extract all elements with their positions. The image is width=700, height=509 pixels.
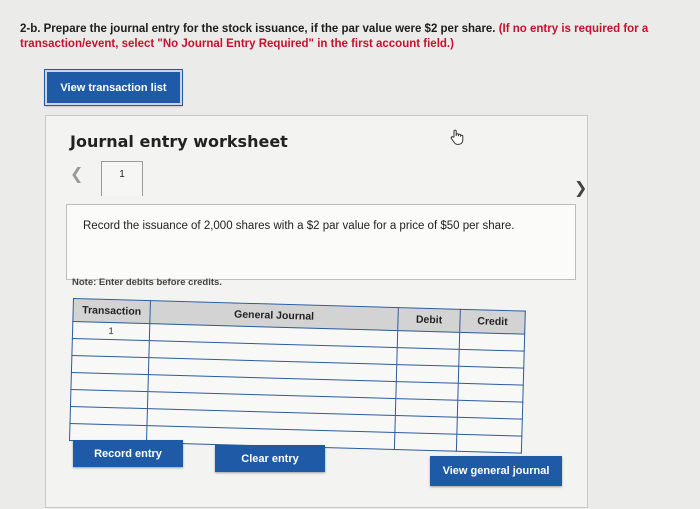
transaction-cell: [71, 338, 150, 358]
clear-entry-button[interactable]: Clear entry: [215, 445, 325, 472]
instruction-box: Record the issuance of 2,000 shares with…: [66, 204, 576, 280]
view-general-journal-button[interactable]: View general journal: [430, 456, 562, 486]
transaction-cell: [70, 389, 148, 409]
credit-field[interactable]: [456, 417, 523, 437]
note-text: Note: Enter debits before credits.: [72, 277, 222, 288]
transaction-cell: [69, 406, 148, 426]
debit-field[interactable]: [395, 398, 458, 418]
question-prefix: 2-b. Prepare the journal entry for the s…: [20, 23, 496, 35]
debit-field[interactable]: [394, 432, 457, 452]
transaction-cell: [70, 372, 149, 392]
debit-field[interactable]: [396, 347, 460, 367]
page-tab[interactable]: 1: [101, 161, 143, 196]
view-transaction-list-button[interactable]: View transaction list: [44, 69, 183, 106]
chevron-right-icon[interactable]: ❯: [574, 178, 587, 197]
credit-field[interactable]: [457, 383, 524, 403]
credit-field[interactable]: [459, 332, 525, 352]
debit-field[interactable]: [394, 415, 458, 435]
header-debit: Debit: [397, 307, 461, 333]
worksheet-title: Journal entry worksheet: [70, 132, 288, 151]
header-transaction: Transaction: [72, 298, 151, 324]
debit-field[interactable]: [395, 381, 459, 401]
debit-field[interactable]: [396, 364, 459, 384]
question-text: 2-b. Prepare the journal entry for the s…: [20, 22, 680, 52]
hand-pointer-icon: [450, 129, 464, 145]
journal-table: Transaction General Journal Debit Credit…: [69, 298, 526, 454]
transaction-cell: [71, 355, 149, 375]
credit-field[interactable]: [457, 400, 523, 420]
header-credit: Credit: [459, 309, 526, 335]
credit-field[interactable]: [458, 366, 524, 386]
credit-field[interactable]: [456, 434, 522, 454]
record-entry-button[interactable]: Record entry: [73, 440, 183, 467]
transaction-cell: 1: [72, 321, 150, 341]
debit-field[interactable]: [397, 330, 460, 350]
credit-field[interactable]: [458, 349, 525, 369]
chevron-left-icon[interactable]: ❮: [70, 164, 83, 183]
